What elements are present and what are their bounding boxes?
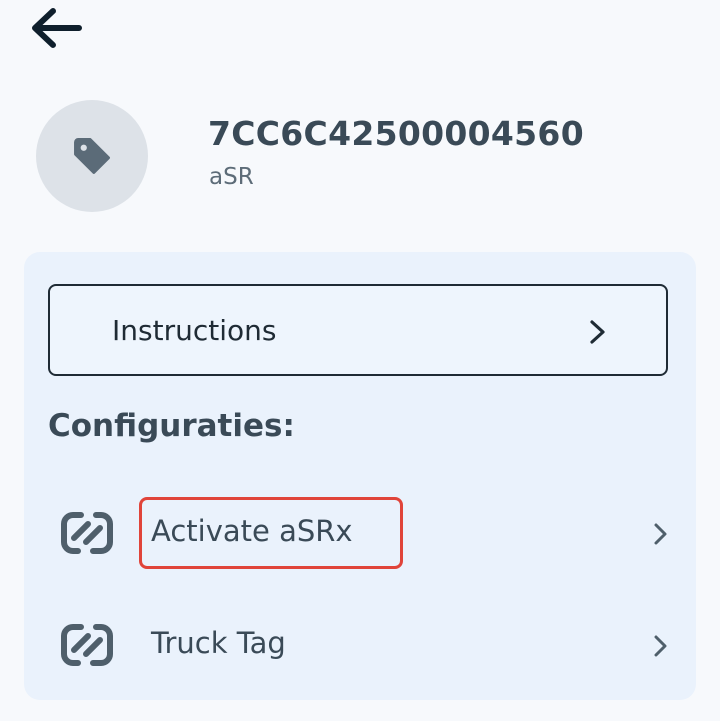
instructions-button[interactable]: Instructions <box>48 284 668 376</box>
arrow-left-icon <box>32 8 82 48</box>
device-type: aSR <box>209 164 254 190</box>
tag-icon <box>74 138 110 174</box>
chevron-right-icon <box>654 523 667 545</box>
nfc-icon <box>61 512 113 554</box>
config-item-label: Truck Tag <box>151 626 286 660</box>
back-button[interactable] <box>28 6 84 50</box>
configuration-panel: Instructions Configuraties: Activate aSR… <box>24 252 696 700</box>
device-id: 7CC6C42500004560 <box>208 114 584 153</box>
chevron-right-icon <box>590 320 605 344</box>
section-title: Configuraties: <box>48 408 295 444</box>
chevron-right-icon <box>654 635 667 657</box>
avatar <box>36 100 148 212</box>
nfc-icon <box>61 624 113 666</box>
config-item-label: Activate aSRx <box>151 514 353 548</box>
config-item-activate-asrx[interactable]: Activate aSRx <box>48 488 672 578</box>
instructions-label: Instructions <box>112 314 277 347</box>
config-item-truck-tag[interactable]: Truck Tag <box>48 600 672 690</box>
